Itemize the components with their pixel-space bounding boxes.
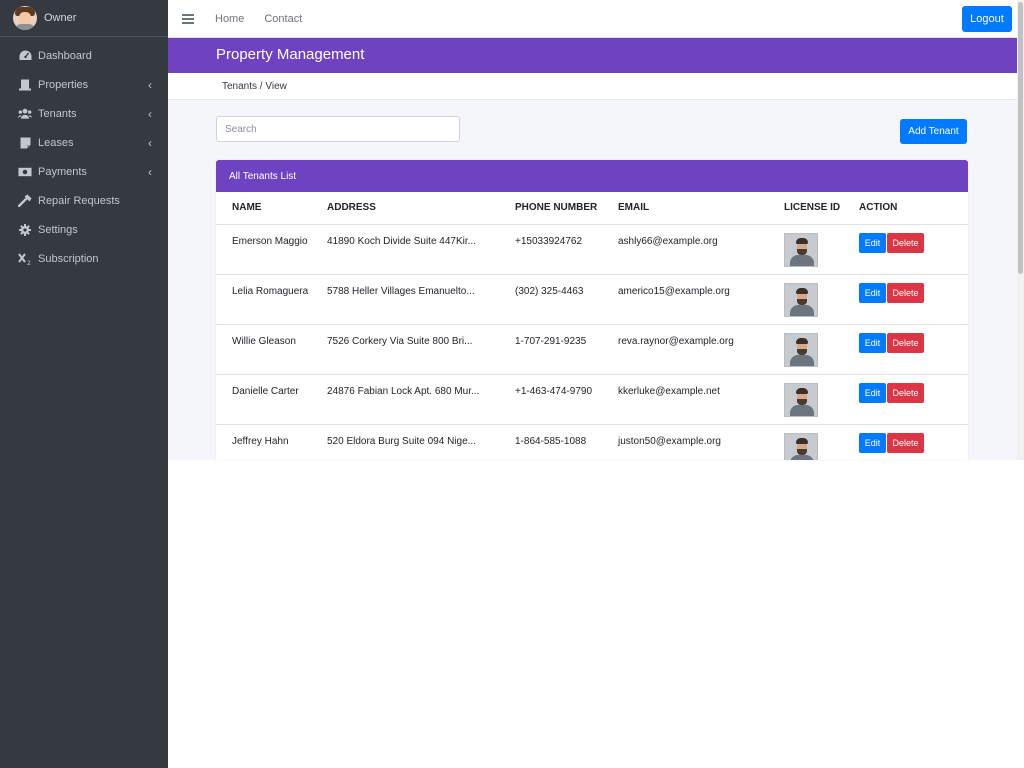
edit-button[interactable]: Edit xyxy=(859,332,886,353)
tenant-name: Willie Gleason xyxy=(216,324,327,375)
tenant-address: 5788 Heller Villages Emanuelto... xyxy=(327,274,515,325)
column-header-phone[interactable]: PHONE NUMBER xyxy=(515,192,618,225)
subscript-icon: 2 xyxy=(18,252,32,265)
table-row: Emerson Maggio 41890 Koch Divide Suite 4… xyxy=(216,224,968,275)
add-tenant-button[interactable]: Add Tenant xyxy=(900,119,967,144)
sidebar-item-label: Dashboard xyxy=(38,49,92,62)
avatar xyxy=(13,6,37,30)
sidebar-item-leases[interactable]: Leases ‹ xyxy=(0,128,168,157)
sidebar-item-subscription[interactable]: 2 Subscription xyxy=(0,244,168,273)
column-header-email[interactable]: EMAIL xyxy=(618,192,784,225)
delete-button[interactable]: Delete xyxy=(887,232,924,253)
menu-toggle-icon[interactable] xyxy=(182,13,194,24)
delete-button[interactable]: Delete xyxy=(887,332,924,353)
breadcrumb: Tenants / View xyxy=(222,81,287,92)
edit-button[interactable]: Edit xyxy=(859,232,886,253)
logout-button[interactable]: Logout xyxy=(962,6,1012,32)
sidebar-item-tenants[interactable]: Tenants ‹ xyxy=(0,99,168,128)
edit-button[interactable]: Edit xyxy=(859,432,886,453)
nav-link-home[interactable]: Home xyxy=(215,13,244,25)
delete-button[interactable]: Delete xyxy=(887,432,924,453)
table-row: Willie Gleason 7526 Corkery Via Suite 80… xyxy=(216,324,968,375)
sidebar-item-label: Settings xyxy=(38,223,78,236)
sidebar-item-dashboard[interactable]: Dashboard xyxy=(0,41,168,70)
tenant-email: americo15@example.org xyxy=(618,274,784,325)
column-header-address[interactable]: ADDRESS xyxy=(327,192,515,225)
delete-button[interactable]: Delete xyxy=(887,282,924,303)
tenant-name: Jeffrey Hahn xyxy=(216,424,327,460)
sidebar-item-label: Subscription xyxy=(38,252,99,265)
money-icon xyxy=(18,166,32,178)
page-title: Property Management xyxy=(216,46,365,63)
tenant-address: 24876 Fabian Lock Apt. 680 Mur... xyxy=(327,374,515,425)
chevron-left-icon: ‹ xyxy=(148,106,152,121)
svg-text:2: 2 xyxy=(27,260,31,265)
table-header-row: NAME ADDRESS PHONE NUMBER EMAIL LICENSE … xyxy=(216,192,968,225)
building-icon xyxy=(18,79,32,91)
tenant-phone: 1-864-585-1088 xyxy=(515,424,618,460)
tenant-phone: +15033924762 xyxy=(515,224,618,275)
tenant-phone: +1-463-474-9790 xyxy=(515,374,618,425)
sidebar: Owner Dashboard Properties ‹ Tenants ‹ L… xyxy=(0,0,168,768)
column-header-license[interactable]: LICENSE ID xyxy=(784,192,859,225)
card-title: All Tenants List xyxy=(216,160,968,192)
tenant-email: reva.raynor@example.org xyxy=(618,324,784,375)
sidebar-item-properties[interactable]: Properties ‹ xyxy=(0,70,168,99)
license-id-photo[interactable] xyxy=(784,382,818,417)
tenant-address: 520 Eldora Burg Suite 094 Nige... xyxy=(327,424,515,460)
sidebar-item-label: Leases xyxy=(38,136,74,149)
table-row: Danielle Carter 24876 Fabian Lock Apt. 6… xyxy=(216,374,968,425)
column-header-name[interactable]: NAME xyxy=(216,192,327,225)
edit-button[interactable]: Edit xyxy=(859,382,886,403)
tenant-email: juston50@example.org xyxy=(618,424,784,460)
chevron-left-icon: ‹ xyxy=(148,135,152,150)
scrollbar-thumb[interactable] xyxy=(1018,2,1023,274)
tenant-name: Lelia Romaguera xyxy=(216,274,327,325)
tenant-email: kkerluke@example.net xyxy=(618,374,784,425)
users-icon xyxy=(18,108,32,120)
delete-button[interactable]: Delete xyxy=(887,382,924,403)
page-header: Property Management xyxy=(168,38,1017,73)
tenant-email: ashly66@example.org xyxy=(618,224,784,275)
license-id-photo[interactable] xyxy=(784,282,818,317)
file-icon xyxy=(18,137,32,149)
chevron-left-icon: ‹ xyxy=(148,77,152,92)
breadcrumb-bar: Tenants / View xyxy=(168,73,1017,100)
user-name: Owner xyxy=(44,12,77,24)
tenant-name: Danielle Carter xyxy=(216,374,327,425)
table-row: Lelia Romaguera 5788 Heller Villages Ema… xyxy=(216,274,968,325)
tenant-address: 7526 Corkery Via Suite 800 Bri... xyxy=(327,324,515,375)
column-header-action: ACTION xyxy=(859,192,968,225)
gear-icon xyxy=(18,223,32,236)
tenants-card: All Tenants List NAME ADDRESS PHONE NUMB… xyxy=(216,160,968,460)
tenants-table: NAME ADDRESS PHONE NUMBER EMAIL LICENSE … xyxy=(216,192,968,460)
license-id-photo[interactable] xyxy=(784,232,818,267)
license-id-photo[interactable] xyxy=(784,332,818,367)
nav-link-contact[interactable]: Contact xyxy=(264,13,302,25)
sidebar-user[interactable]: Owner xyxy=(0,0,168,37)
sidebar-item-label: Repair Requests xyxy=(38,194,120,207)
sidebar-item-label: Properties xyxy=(38,78,89,91)
search-input[interactable] xyxy=(216,116,460,142)
sidebar-item-settings[interactable]: Settings xyxy=(0,215,168,244)
sidebar-item-payments[interactable]: Payments ‹ xyxy=(0,157,168,186)
edit-button[interactable]: Edit xyxy=(859,282,886,303)
sidebar-nav: Dashboard Properties ‹ Tenants ‹ Leases … xyxy=(0,37,168,273)
tenant-phone: 1-707-291-9235 xyxy=(515,324,618,375)
license-id-photo[interactable] xyxy=(784,432,818,460)
dashboard-icon xyxy=(18,50,32,62)
hammer-icon xyxy=(18,194,32,207)
sidebar-item-label: Tenants xyxy=(38,107,77,120)
top-navbar: Home Contact Logout xyxy=(168,0,1017,38)
table-row: Jeffrey Hahn 520 Eldora Burg Suite 094 N… xyxy=(216,424,968,460)
sidebar-item-label: Payments xyxy=(38,165,87,178)
sidebar-item-repair-requests[interactable]: Repair Requests xyxy=(0,186,168,215)
main-content: Add Tenant All Tenants List NAME ADDRESS… xyxy=(168,100,1017,460)
tenant-phone: (302) 325-4463 xyxy=(515,274,618,325)
chevron-left-icon: ‹ xyxy=(148,164,152,179)
tenant-address: 41890 Koch Divide Suite 447Kir... xyxy=(327,224,515,275)
tenant-name: Emerson Maggio xyxy=(216,224,327,275)
page-scrollbar[interactable] xyxy=(1017,0,1024,460)
